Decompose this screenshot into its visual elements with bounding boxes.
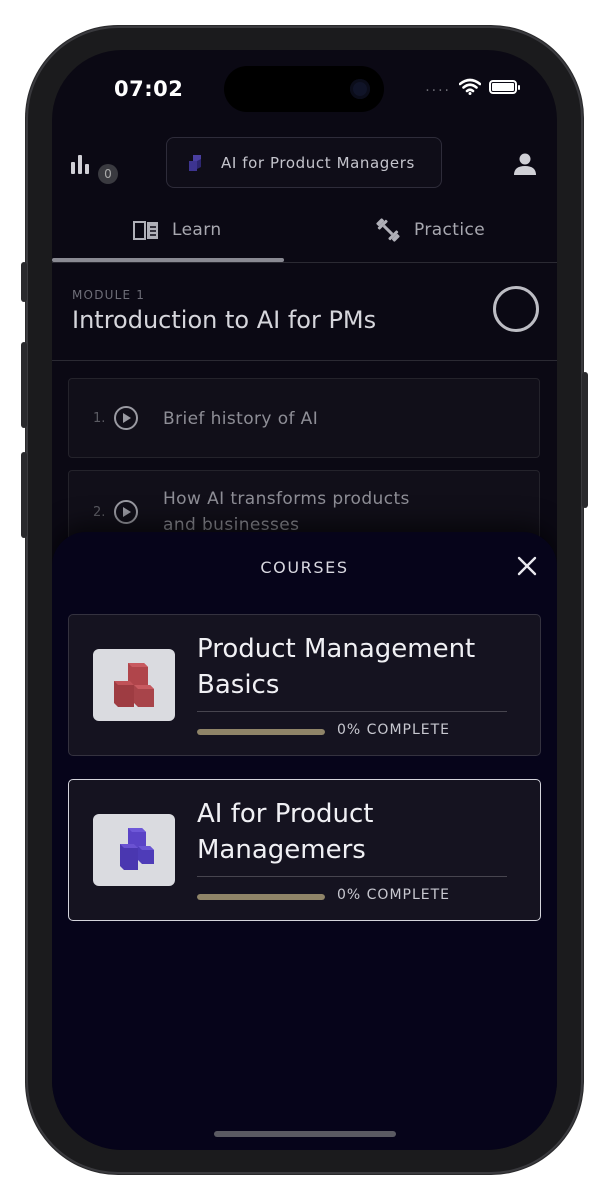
stats-count-badge: 0 xyxy=(98,164,118,184)
purple-cubes-icon xyxy=(120,828,154,870)
battery-icon xyxy=(489,79,520,94)
signal-icon: .... xyxy=(425,78,451,95)
current-course-title: AI for Product Managers xyxy=(221,153,415,172)
course-card-selected[interactable]: AI for Product Managemers 0% COMPLETE xyxy=(68,779,541,921)
progress-label: 0% COMPLETE xyxy=(337,887,451,903)
course-thumbnail xyxy=(93,649,175,721)
module-label: MODULE 1 xyxy=(72,288,146,302)
tab-practice-label: Practice xyxy=(414,220,486,240)
course-title-line-2: Basics xyxy=(197,670,280,700)
progress-bar xyxy=(197,729,325,735)
course-card[interactable]: Product Management Basics 0% COMPLETE xyxy=(68,614,541,756)
tab-bar: Learn Practice xyxy=(52,200,557,263)
lesson-title: Brief history of AI xyxy=(163,409,319,429)
progress-bar-fill xyxy=(197,729,325,735)
home-indicator xyxy=(214,1131,396,1137)
lesson-title-line-1: How AI transforms products xyxy=(163,489,410,509)
tab-practice[interactable]: Practice xyxy=(374,200,485,260)
course-cube-icon xyxy=(189,154,201,171)
progress-label: 0% COMPLETE xyxy=(337,722,451,738)
tab-learn[interactable]: Learn xyxy=(132,200,222,260)
status-time: 07:02 xyxy=(114,77,184,101)
power-button xyxy=(582,372,588,508)
course-title-line-1: AI for Product xyxy=(197,799,374,829)
dumbbell-icon xyxy=(376,218,400,242)
sheet-title: COURSES xyxy=(260,558,349,577)
course-title-line-2: Managemers xyxy=(197,835,366,865)
tab-learn-label: Learn xyxy=(172,220,222,240)
lesson-item[interactable]: 1. Brief history of AI xyxy=(68,378,540,458)
divider xyxy=(52,360,557,361)
course-thumbnail xyxy=(93,814,175,886)
active-tab-indicator xyxy=(52,258,284,262)
volume-up-button xyxy=(21,342,27,428)
book-icon xyxy=(133,221,158,240)
red-cubes-icon xyxy=(114,663,154,707)
app-screen: 07:02 .... 0 AI for Product Managers Lea… xyxy=(52,50,557,1150)
divider xyxy=(197,876,507,877)
progress-bar xyxy=(197,894,325,900)
courses-sheet: COURSES Product Management Basics 0% COM… xyxy=(52,532,557,1150)
volume-down-button xyxy=(21,452,27,538)
dynamic-island xyxy=(224,66,384,112)
lesson-number: 2. xyxy=(93,505,106,520)
course-title-line-1: Product Management xyxy=(197,634,476,664)
wifi-icon xyxy=(459,78,481,95)
camera-icon xyxy=(350,79,370,99)
play-icon xyxy=(114,406,138,430)
course-title: AI for Product Managemers xyxy=(197,796,517,868)
progress-bar-fill xyxy=(197,894,325,900)
status-icons: .... xyxy=(425,78,520,95)
module-progress-ring[interactable] xyxy=(493,286,539,332)
profile-icon[interactable] xyxy=(511,150,539,178)
course-selector-button[interactable]: AI for Product Managers xyxy=(166,137,442,188)
bar-chart-icon xyxy=(71,155,89,174)
play-icon xyxy=(114,500,138,524)
close-icon[interactable] xyxy=(515,554,539,578)
lesson-number: 1. xyxy=(93,411,106,426)
course-title: Product Management Basics xyxy=(197,631,517,703)
silent-switch xyxy=(21,262,27,302)
stats-button[interactable]: 0 xyxy=(70,152,120,186)
divider xyxy=(197,711,507,712)
module-title: Introduction to AI for PMs xyxy=(72,306,377,334)
